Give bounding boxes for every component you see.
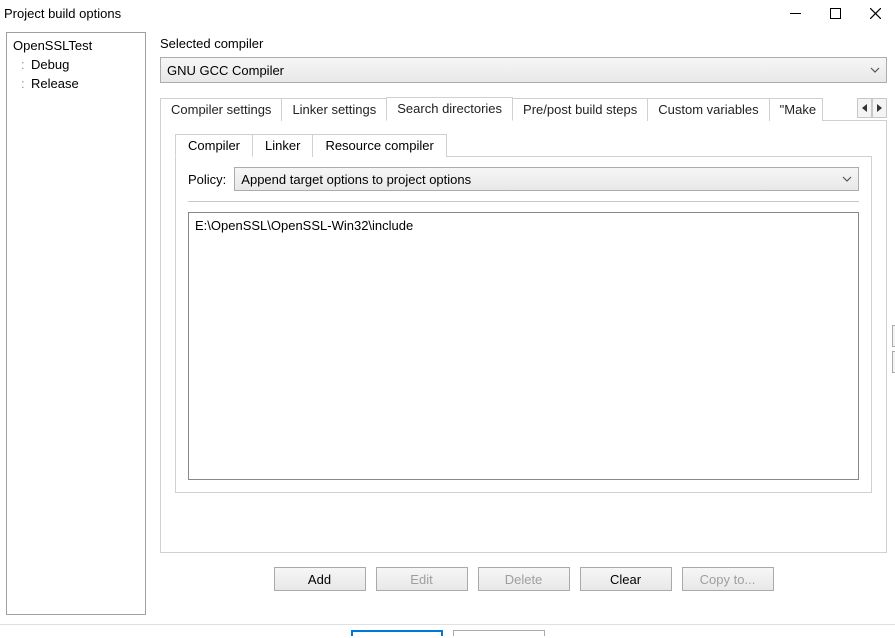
main-tabs: Compiler settings Linker settings Search… [160,97,887,121]
search-directories-page: Compiler Linker Resource compiler Policy… [160,121,887,553]
clear-button[interactable]: Clear [580,567,672,591]
minimize-button[interactable] [775,0,815,26]
compiler-select[interactable]: GNU GCC Compiler [160,57,887,83]
ok-button-partial[interactable] [351,630,443,636]
triangle-right-icon [876,104,883,112]
tab-custom-variables[interactable]: Custom variables [647,98,769,121]
list-item[interactable]: E:\OpenSSL\OpenSSL-Win32\include [195,217,852,234]
cancel-button-partial[interactable] [453,630,545,636]
tab-pre-post-build[interactable]: Pre/post build steps [512,98,648,121]
delete-button[interactable]: Delete [478,567,570,591]
subtab-resource-compiler[interactable]: Resource compiler [312,134,446,157]
divider [188,201,859,202]
tab-scroll-left[interactable] [857,98,872,118]
copy-to-button[interactable]: Copy to... [682,567,774,591]
compiler-dirs-page: Policy: Append target options to project… [175,157,872,493]
policy-select[interactable]: Append target options to project options [234,167,859,191]
subtab-linker[interactable]: Linker [252,134,313,157]
tree-item-release[interactable]: Release [11,74,141,93]
tab-search-directories[interactable]: Search directories [386,97,513,121]
compiler-select-value: GNU GCC Compiler [167,63,870,78]
tab-linker-settings[interactable]: Linker settings [281,98,387,121]
policy-label: Policy: [188,172,226,187]
chevron-down-icon [842,174,852,184]
dialog-footer [0,624,895,638]
selected-compiler-label: Selected compiler [160,36,887,51]
add-button[interactable]: Add [274,567,366,591]
triangle-left-icon [861,104,868,112]
close-icon [870,8,881,19]
targets-tree[interactable]: OpenSSLTest Debug Release [6,32,146,615]
directories-list[interactable]: E:\OpenSSL\OpenSSL-Win32\include [188,212,859,480]
policy-value: Append target options to project options [241,172,842,187]
chevron-down-icon [870,65,880,75]
tree-item-debug[interactable]: Debug [11,55,141,74]
minimize-icon [790,8,801,19]
edit-button[interactable]: Edit [376,567,468,591]
close-button[interactable] [855,0,895,26]
sub-tabs: Compiler Linker Resource compiler [175,133,872,157]
tab-scroll-right[interactable] [872,98,887,118]
subtab-compiler[interactable]: Compiler [175,134,253,157]
tab-compiler-settings[interactable]: Compiler settings [160,98,282,121]
maximize-button[interactable] [815,0,855,26]
tree-root[interactable]: OpenSSLTest [11,36,141,55]
window-title: Project build options [2,6,775,21]
tab-make[interactable]: "Make [769,98,823,121]
maximize-icon [830,8,841,19]
